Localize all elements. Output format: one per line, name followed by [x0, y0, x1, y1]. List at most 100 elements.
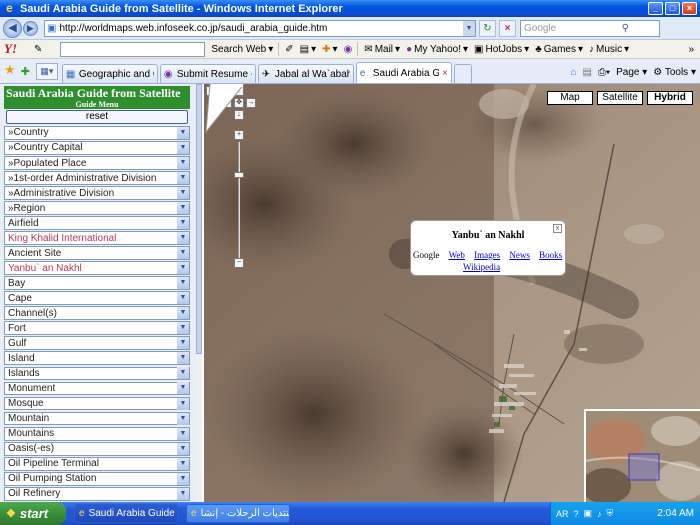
chevron-down-icon[interactable]: ▼: [177, 247, 189, 260]
add-favorites-icon[interactable]: ✚: [21, 65, 30, 78]
category-select[interactable]: King Khalid International ▼: [4, 231, 190, 246]
chevron-down-icon[interactable]: ▼: [177, 277, 189, 290]
security-icon[interactable]: ⛨: [607, 508, 614, 519]
category-select[interactable]: »1st-order Administrative Division ▼: [4, 171, 190, 185]
category-select[interactable]: Monument ▼: [4, 381, 190, 396]
maximize-button[interactable]: □: [665, 2, 680, 15]
category-select[interactable]: Mosque ▼: [4, 396, 190, 411]
favorites-star-icon[interactable]: ★: [4, 62, 16, 78]
images-link[interactable]: Images: [474, 250, 500, 260]
address-text[interactable]: http://worldmaps.web.infoseek.co.jp/saud…: [59, 23, 463, 34]
forward-button[interactable]: ▶: [23, 20, 38, 36]
help-icon[interactable]: ?: [574, 509, 579, 519]
category-select[interactable]: »Country ▼: [4, 126, 190, 140]
address-dropdown-icon[interactable]: ▼: [463, 20, 475, 36]
chevron-down-icon[interactable]: ▼: [177, 126, 189, 139]
tab-geographic[interactable]: ▦ Geographic and Geosp...: [61, 64, 158, 83]
category-select[interactable]: Oil Refinery ▼: [4, 486, 190, 501]
chevron-down-icon[interactable]: ▼: [177, 352, 189, 365]
print-icon[interactable]: ⎙▾: [598, 67, 610, 78]
scrollbar-thumb[interactable]: [196, 84, 202, 354]
minimize-button[interactable]: _: [648, 2, 663, 15]
chevron-down-icon[interactable]: ▼: [177, 337, 189, 350]
block-button[interactable]: ▤ ▾: [300, 44, 316, 55]
mail-button[interactable]: ✉ Mail ▾: [364, 44, 400, 55]
chevron-down-icon[interactable]: ▼: [177, 472, 189, 485]
stop-button[interactable]: ×: [499, 19, 516, 37]
map-type-satellite-button[interactable]: Satellite: [597, 91, 643, 105]
music-button[interactable]: ♪ Music ▾: [589, 44, 629, 55]
back-button[interactable]: ◀: [3, 18, 22, 38]
hotjobs-button[interactable]: ▣ HotJobs ▾: [474, 44, 529, 55]
chevron-down-icon[interactable]: ▼: [177, 172, 189, 185]
chevron-down-icon[interactable]: ▼: [177, 187, 189, 200]
map-type-hybrid-button[interactable]: Hybrid: [647, 91, 693, 105]
category-select[interactable]: Airfield ▼: [4, 216, 190, 231]
category-select[interactable]: Ancient Site ▼: [4, 246, 190, 261]
volume-icon[interactable]: ♪: [597, 509, 602, 519]
category-select[interactable]: Island ▼: [4, 351, 190, 366]
category-select[interactable]: Yanbu` an Nakhl ▼: [4, 261, 190, 276]
close-button[interactable]: ×: [682, 2, 697, 15]
chevron-down-icon[interactable]: ▼: [177, 397, 189, 410]
chevron-down-icon[interactable]: ▼: [177, 217, 189, 230]
games-button[interactable]: ♣ Games ▾: [535, 44, 583, 55]
chevron-down-icon[interactable]: ▼: [177, 232, 189, 245]
home-icon[interactable]: ⌂: [570, 67, 576, 78]
page-menu[interactable]: Page ▾: [616, 67, 647, 78]
chevron-down-icon[interactable]: ▼: [177, 442, 189, 455]
tab-jabal[interactable]: ✈ Jabal al Wa`abah, Sau...: [257, 64, 354, 83]
category-select[interactable]: Islands ▼: [4, 366, 190, 381]
chevron-down-icon[interactable]: ▼: [177, 307, 189, 320]
category-select[interactable]: Oasis(-es) ▼: [4, 441, 190, 456]
satellite-map[interactable]: Map Satellite Hybrid E ↑ ← ✥ → ↓ + − x Y…: [204, 84, 700, 502]
web-link[interactable]: Web: [449, 250, 465, 260]
category-select[interactable]: Gulf ▼: [4, 336, 190, 351]
category-select[interactable]: Fort ▼: [4, 321, 190, 336]
category-select[interactable]: »Populated Place ▼: [4, 156, 190, 170]
my-yahoo-button[interactable]: ● My Yahoo! ▾: [406, 44, 468, 55]
search-input[interactable]: Google ⚲: [520, 19, 660, 37]
reset-button[interactable]: reset: [6, 110, 188, 124]
category-select[interactable]: Oil Pumping Station ▼: [4, 471, 190, 486]
category-select[interactable]: Bay ▼: [4, 276, 190, 291]
refresh-button[interactable]: ↻: [479, 19, 496, 37]
category-select[interactable]: Oil Pipeline Terminal ▼: [4, 456, 190, 471]
quick-tabs-button[interactable]: ▦▾: [35, 63, 58, 80]
category-select[interactable]: Channel(s) ▼: [4, 306, 190, 321]
zoom-slider[interactable]: [234, 142, 244, 262]
sidebar-scrollbar[interactable]: [196, 84, 202, 502]
taskbar-item-forum[interactable]: e منتديات الرحلات - إنشا...: [186, 504, 290, 523]
zoom-out-button[interactable]: −: [234, 258, 244, 268]
feeds-icon[interactable]: ▤: [582, 67, 591, 78]
start-button[interactable]: ❖ start: [0, 502, 66, 525]
category-select[interactable]: »Country Capital ▼: [4, 141, 190, 155]
chevron-down-icon[interactable]: ▼: [177, 412, 189, 425]
chevron-down-icon[interactable]: ▼: [177, 262, 189, 275]
toolbar-more-button[interactable]: »: [688, 44, 694, 55]
wikipedia-link[interactable]: Wikipedia: [463, 262, 500, 272]
chevron-down-icon[interactable]: ▼: [177, 427, 189, 440]
news-link[interactable]: News: [509, 250, 530, 260]
chevron-down-icon[interactable]: ▼: [177, 382, 189, 395]
category-select[interactable]: Mountains ▼: [4, 426, 190, 441]
zoom-thumb[interactable]: [234, 172, 244, 178]
close-icon[interactable]: x: [553, 224, 562, 233]
chevron-down-icon[interactable]: ▼: [177, 202, 189, 215]
taskbar-item-saudi-guide[interactable]: e Saudi Arabia Guide fr...: [74, 504, 178, 523]
chevron-down-icon[interactable]: ▼: [177, 157, 189, 170]
category-select[interactable]: Mountain ▼: [4, 411, 190, 426]
new-tab-button[interactable]: [453, 64, 472, 83]
map-type-map-button[interactable]: Map: [547, 91, 593, 105]
category-select[interactable]: »Administrative Division ▼: [4, 186, 190, 201]
address-input[interactable]: ▣ http://worldmaps.web.infoseek.co.jp/sa…: [44, 19, 476, 37]
tab-saudi-guide[interactable]: e Saudi Arabia Guide ... ×: [355, 62, 452, 83]
network-icon[interactable]: ▣: [584, 508, 593, 519]
chevron-down-icon[interactable]: ▼: [177, 322, 189, 335]
highlight-button[interactable]: ✐: [285, 44, 293, 55]
overview-map[interactable]: [584, 409, 700, 502]
messenger-button[interactable]: ◉: [344, 44, 353, 55]
tab-submit-resume[interactable]: ◉ Submit Resume - Get N...: [159, 64, 256, 83]
chevron-down-icon[interactable]: ▼: [177, 487, 189, 500]
language-indicator[interactable]: AR: [556, 509, 569, 519]
